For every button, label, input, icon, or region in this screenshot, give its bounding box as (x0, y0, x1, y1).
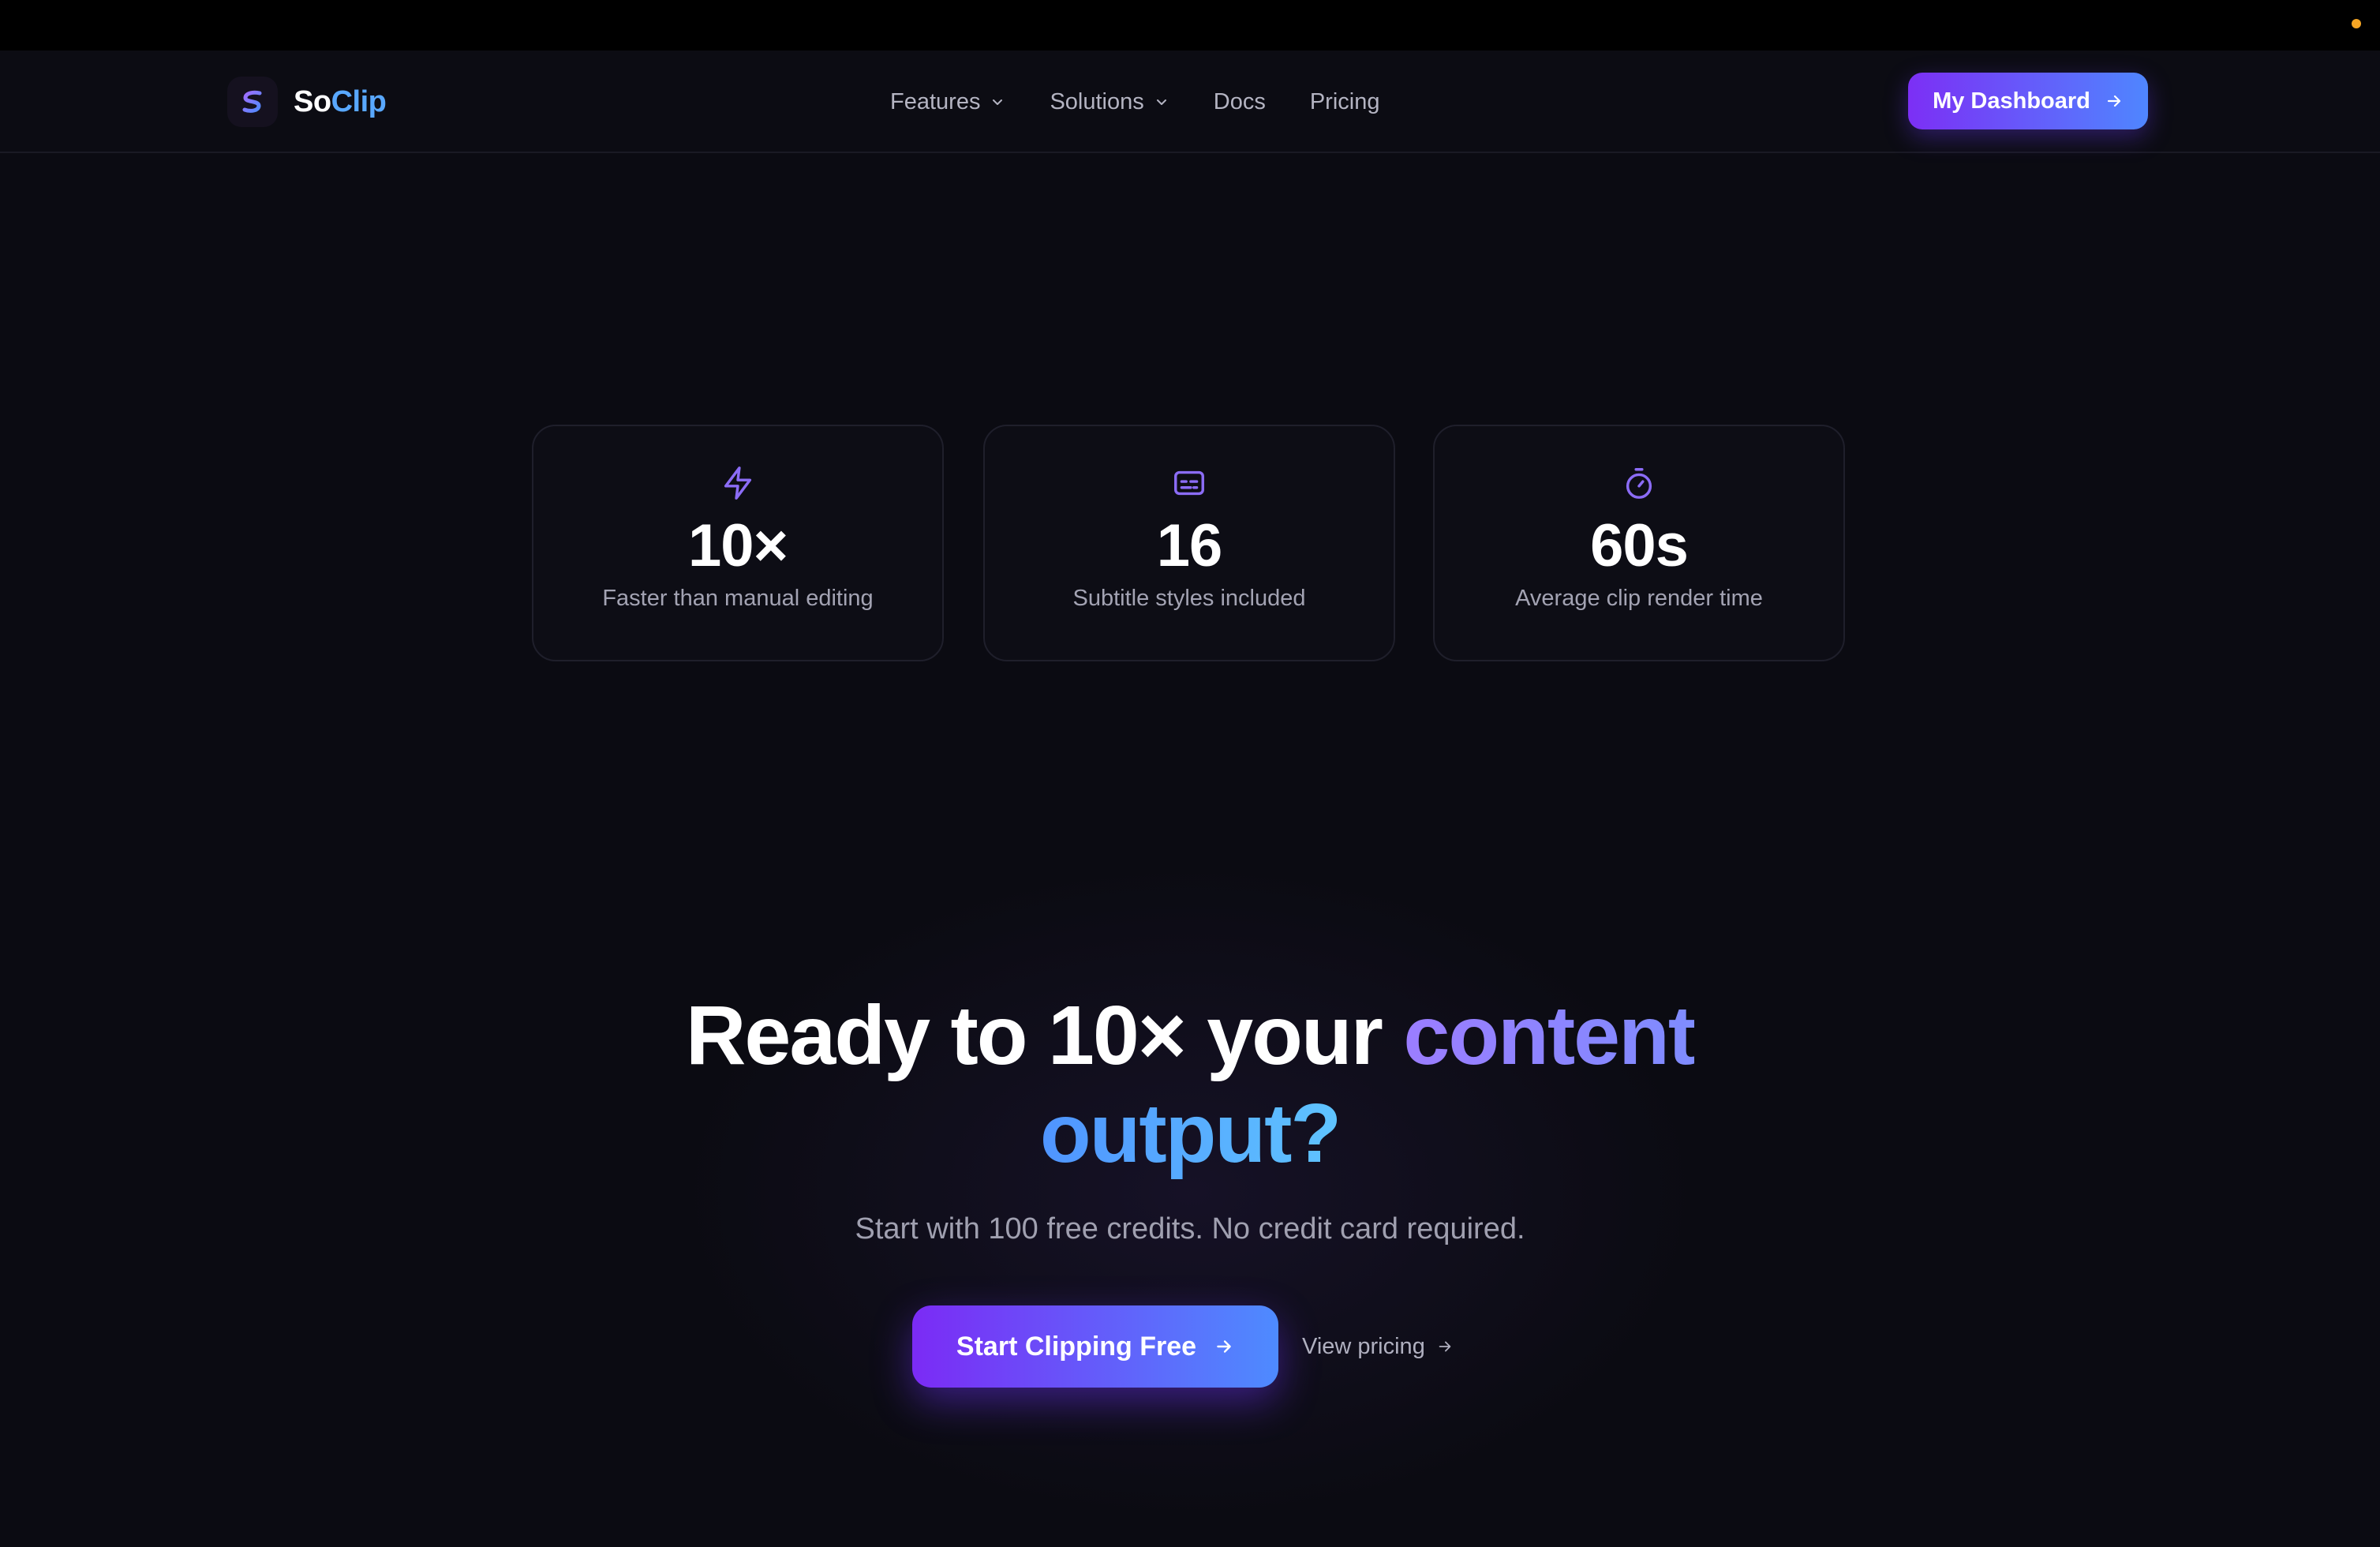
view-pricing-link[interactable]: View pricing (1302, 1326, 1454, 1367)
nav-item-docs[interactable]: Docs (1214, 89, 1266, 115)
nav-item-solutions[interactable]: Solutions (1050, 89, 1169, 115)
stat-card-speed: 10× Faster than manual editing (532, 425, 944, 661)
subtitles-icon (1171, 464, 1207, 502)
cta-headline-output: output? (1039, 1087, 1342, 1180)
stat-value: 10× (688, 512, 788, 579)
stopwatch-icon (1621, 464, 1657, 502)
system-top-bar (0, 0, 2380, 51)
stat-label: Subtitle styles included (1072, 586, 1306, 611)
brand-logo-link[interactable]: SoClip (227, 76, 387, 128)
stat-label: Faster than manual editing (602, 586, 874, 611)
stat-card-render-time: 60s Average clip render time (1433, 425, 1845, 661)
cta-headline-plain: Ready to 10× your (685, 989, 1404, 1082)
my-dashboard-label: My Dashboard (1933, 88, 2090, 114)
stat-value: 60s (1590, 512, 1689, 579)
brand-name-clip: Clip (331, 84, 387, 118)
cta-headline-content: content (1403, 989, 1696, 1082)
nav-item-label: Solutions (1050, 88, 1144, 114)
brand-name: SoClip (294, 84, 387, 119)
stat-card-subtitles: 16 Subtitle styles included (983, 425, 1395, 661)
chevron-down-icon (1154, 94, 1169, 110)
stat-value: 16 (1156, 512, 1223, 579)
nav-item-pricing[interactable]: Pricing (1310, 89, 1380, 115)
lightning-icon (720, 464, 756, 502)
brand-name-so: So (294, 84, 331, 118)
my-dashboard-button[interactable]: My Dashboard (1908, 73, 2148, 129)
cta-glow (638, 837, 1742, 1547)
cta-subtitle: Start with 100 free credits. No credit c… (855, 1212, 1525, 1245)
view-pricing-label: View pricing (1302, 1333, 1425, 1359)
soclip-logo-icon (227, 77, 278, 127)
nav-item-label: Pricing (1309, 88, 1380, 114)
status-dot (2352, 19, 2361, 28)
nav-item-features[interactable]: Features (890, 89, 1005, 115)
cta-headline: Ready to 10× your content output? (401, 987, 1979, 1182)
nav-menu: Features Solutions Docs Pricing (890, 76, 1380, 128)
start-clipping-label: Start Clipping Free (956, 1331, 1197, 1362)
start-clipping-free-button[interactable]: Start Clipping Free (912, 1305, 1278, 1388)
nav-item-label: Features (890, 88, 981, 114)
arrow-right-icon (2105, 92, 2124, 110)
arrow-right-icon (1436, 1338, 1454, 1355)
arrow-right-icon (1214, 1336, 1234, 1357)
chevron-down-icon (990, 94, 1005, 110)
nav-item-label: Docs (1213, 88, 1266, 114)
stat-label: Average clip render time (1515, 586, 1763, 611)
